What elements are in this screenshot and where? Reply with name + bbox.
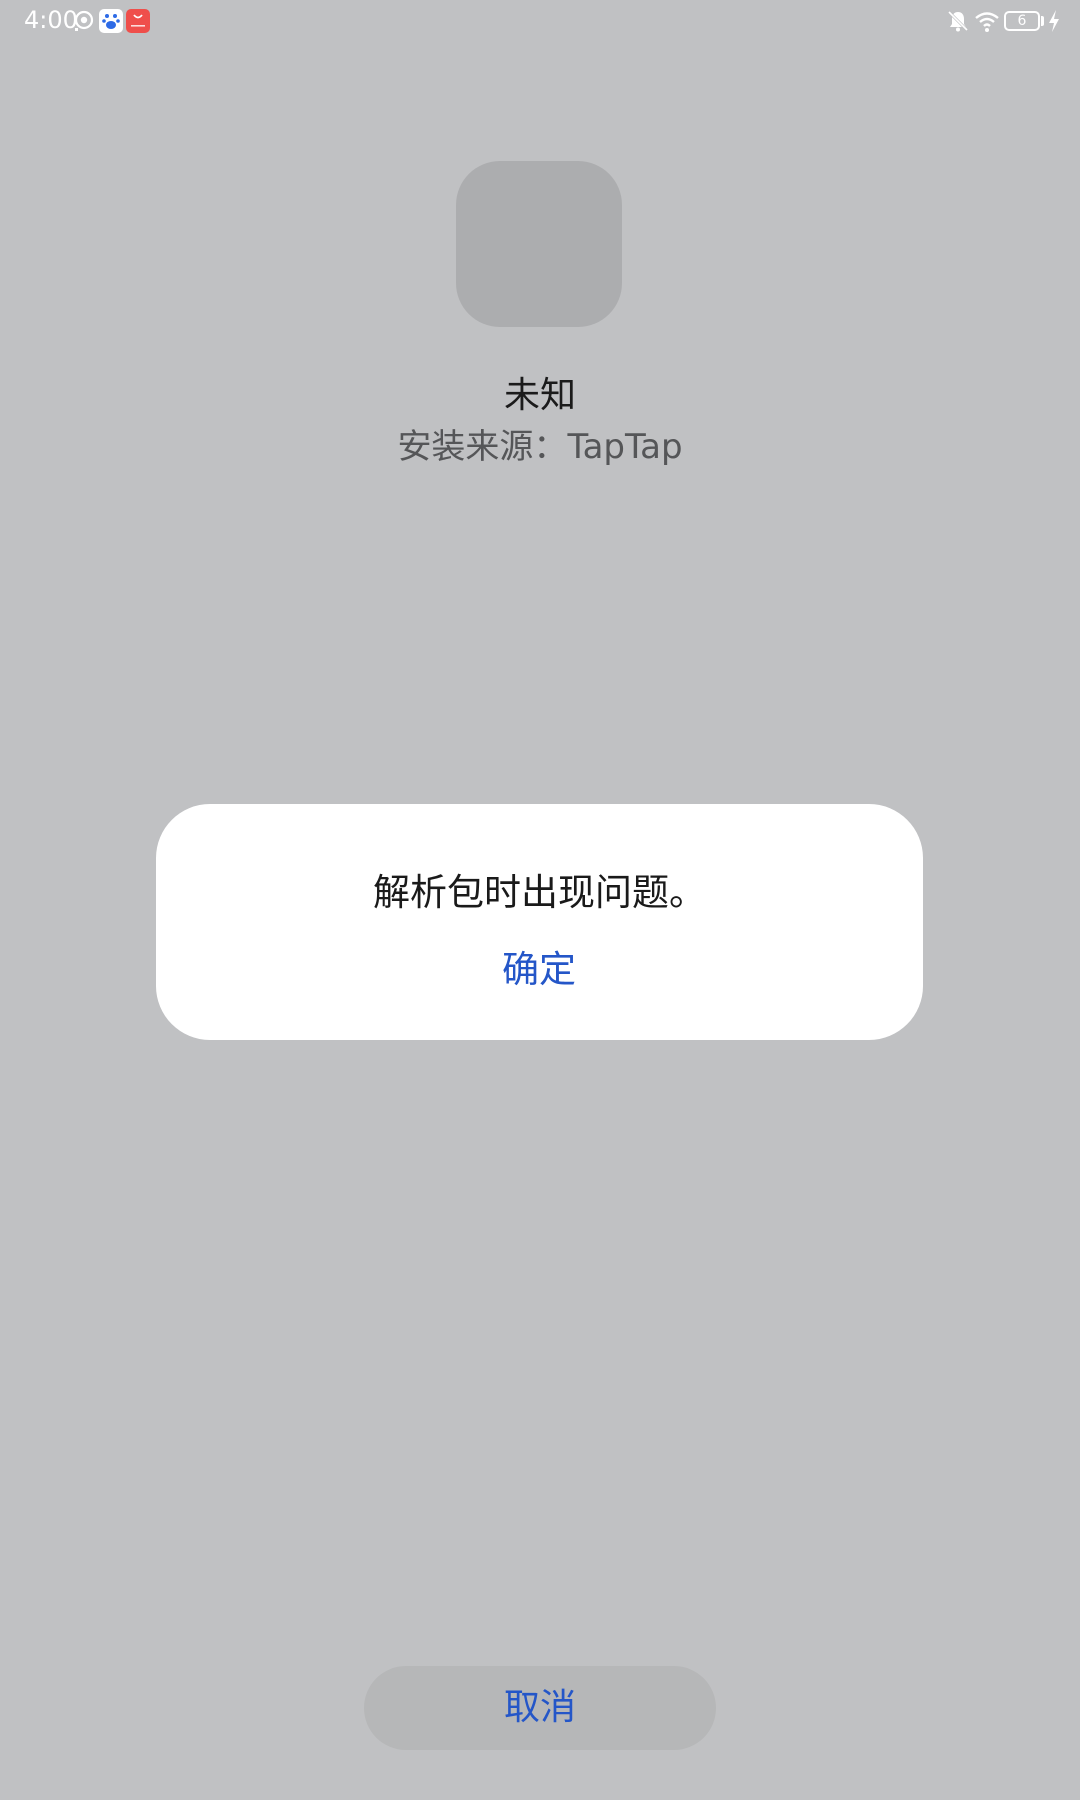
install-source-label: 安装来源： [397,427,568,467]
app-name: 未知 [503,375,576,416]
baidu-app-icon [99,9,123,33]
charging-icon [1047,9,1061,33]
red-app-icon [126,9,150,33]
status-time: 4:00 [24,6,78,34]
parse-error-dialog: 解析包时出现问题。 确定 [156,804,923,1040]
battery-nub [1041,16,1044,26]
install-source: 安装来源：TapTap [0,419,1080,468]
cancel-button[interactable]: 取消 [364,1666,716,1750]
status-bar: 4:00 6 [0,0,1080,44]
bell-off-icon [946,9,970,33]
location-icon [72,9,96,33]
app-icon-placeholder [456,161,622,327]
battery-icon: 6 [1004,11,1040,31]
install-source-value: TapTap [567,427,683,467]
wifi-icon [974,9,999,33]
dialog-message: 解析包时出现问题。 [373,871,706,914]
confirm-button[interactable]: 确定 [439,942,639,998]
